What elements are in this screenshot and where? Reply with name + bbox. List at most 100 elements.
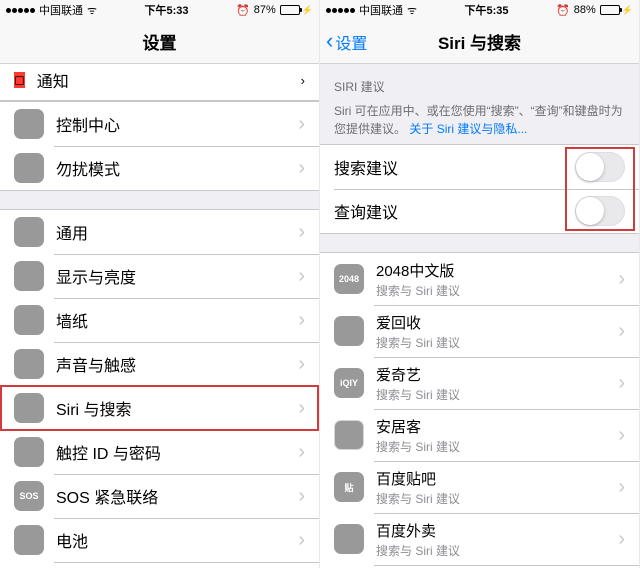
phone-right: 中国联通 ᯤ 下午5:35 ⏰ 88% ⚡ ‹ 设置 Siri 与搜索 SIRI… [320,0,640,568]
item-label: 通知 [37,68,301,92]
navbar: ‹ 设置 Siri 与搜索 [320,20,639,64]
chevron-right-icon: › [298,485,305,508]
siri-scroll[interactable]: SIRI 建议 Siri 可在应用中、或在您使用“搜索”、“查询”和键盘时为您提… [320,64,639,568]
page-title: 设置 [143,29,177,54]
touchid-icon [14,437,44,467]
list-item-2048[interactable]: 20482048中文版搜索与 Siri 建议› [320,253,639,305]
item-sub: 搜索与 Siri 建议 [376,438,612,455]
status-bar: 中国联通 ᯤ 下午5:33 ⏰ 87% ⚡ [0,0,319,20]
chevron-right-icon: › [618,528,625,551]
privacy-link[interactable]: 关于 Siri 建议与隐私... [409,122,527,136]
anjuke-icon [334,420,364,450]
chevron-right-icon: › [298,309,305,332]
list-item-lookup-suggestions[interactable]: 查询建议 [320,189,639,233]
wallpaper-icon [14,305,44,335]
section-title: SIRI 建议 [334,78,625,96]
section-header: SIRI 建议 Siri 可在应用中、或在您使用“搜索”、“查询”和键盘时为您提… [320,64,639,144]
wifi-icon: ᯤ [87,3,97,18]
item-label: 通用 [56,220,292,244]
chevron-left-icon: ‹ [326,30,333,52]
chevron-right-icon: › [298,441,305,464]
list-item-display[interactable]: 显示与亮度 › [0,254,319,298]
list-item-tieba[interactable]: 贴百度贴吧搜索与 Siri 建议› [320,461,639,513]
chevron-right-icon: › [298,265,305,288]
clock: 下午5:33 [145,2,189,18]
list-item-sos[interactable]: SOS SOS 紧急联络 › [0,474,319,518]
battery-icon: ⚡ [280,5,313,16]
wifi-icon: ᯤ [407,3,417,18]
sos-icon: SOS [14,481,44,511]
list-item-iqiyi[interactable]: iQIY 爱奇艺搜索与 Siri 建议 › [320,357,639,409]
item-label: SOS 紧急联络 [56,484,292,508]
battery-icon: ⚡ [600,5,633,16]
phone-left: 中国联通 ᯤ 下午5:33 ⏰ 87% ⚡ 设置 ◻ 通知 › 控制中心›勿扰模… [0,0,320,568]
item-label: Siri 与搜索 [56,396,292,420]
item-label: 百度贴吧 [376,468,612,489]
list-item-anjuke[interactable]: 安居客搜索与 Siri 建议› [320,409,639,461]
toggle-lookup-suggestions[interactable] [575,196,625,226]
general-icon [14,217,44,247]
sound-icon [14,349,44,379]
list-item-touchid[interactable]: 触控 ID 与密码 › [0,430,319,474]
chevron-right-icon: › [618,424,625,447]
battery-icon [14,525,44,555]
list-item-search-suggestions[interactable]: 搜索建议 [320,145,639,189]
item-sub: 搜索与 Siri 建议 [376,386,612,403]
item-label: 搜索建议 [334,155,575,179]
list-item[interactable]: ◻ 通知 › [0,64,319,101]
list-item-wallpaper[interactable]: 墙纸 › [0,298,319,342]
chevron-right-icon: › [298,157,305,180]
item-label: 勿扰模式 [56,156,292,180]
page-title: Siri 与搜索 [438,29,521,54]
alarm-icon: ⏰ [556,4,570,17]
list-item-privacy[interactable]: 隐私› [0,562,319,568]
item-sub: 搜索与 Siri 建议 [376,542,612,559]
waimai-icon [334,524,364,554]
battery-pct: 88% [574,4,596,16]
item-sub: 搜索与 Siri 建议 [376,334,612,351]
alarm-icon: ⏰ [236,4,250,17]
settings-scroll[interactable]: ◻ 通知 › 控制中心›勿扰模式› 通用›显示与亮度›墙纸›声音与触感›Siri… [0,64,319,568]
list-item-sound[interactable]: 声音与触感› [0,342,319,386]
toggle-search-suggestions[interactable] [575,152,625,182]
battery-pct: 87% [254,4,276,16]
chevron-right-icon: › [298,221,305,244]
navbar: 设置 [0,20,319,64]
item-label: 墙纸 [56,308,292,332]
control-center-icon [14,109,44,139]
list-item-aihuishou[interactable]: 爱回收搜索与 Siri 建议› [320,305,639,357]
settings-group: 通用›显示与亮度›墙纸›声音与触感›Siri 与搜索›触控 ID 与密码›SOS… [0,209,319,568]
list-item-battery[interactable]: 电池› [0,518,319,562]
app-group: 20482048中文版搜索与 Siri 建议›爱回收搜索与 Siri 建议›iQ… [320,252,639,568]
item-label: 控制中心 [56,112,292,136]
toggle-group: 搜索建议查询建议 [320,144,639,234]
dnd-icon [14,153,44,183]
iqiyi-icon: iQIY [334,368,364,398]
list-item-general[interactable]: 通用 › [0,210,319,254]
item-label: 查询建议 [334,199,575,223]
chevron-right-icon: › [298,113,305,136]
back-button[interactable]: ‹ 设置 [326,30,367,54]
tieba-icon: 贴 [334,472,364,502]
carrier-label: 中国联通 [39,2,83,18]
2048-icon: 2048 [334,264,364,294]
chevron-right-icon: › [618,372,625,395]
chevron-right-icon: › [301,73,305,88]
aihuishou-icon [334,316,364,346]
item-label: 触控 ID 与密码 [56,440,292,464]
chevron-right-icon: › [298,397,305,420]
item-label: 爱回收 [376,312,612,333]
item-label: 电池 [56,528,292,552]
list-item-dnd[interactable]: 勿扰模式 › [0,146,319,190]
item-label: 显示与亮度 [56,264,292,288]
list-item-control-center[interactable]: 控制中心 › [0,102,319,146]
display-icon [14,261,44,291]
list-item-waimai[interactable]: 百度外卖搜索与 Siri 建议 › [320,513,639,565]
settings-group: 控制中心 › 勿扰模式 › [0,101,319,191]
list-item-siri[interactable]: Siri 与搜索 › [0,386,319,430]
item-sub: 搜索与 Siri 建议 [376,282,612,299]
item-label: 百度外卖 [376,520,612,541]
chevron-right-icon: › [298,353,305,376]
item-label: 爱奇艺 [376,364,612,385]
siri-icon [14,393,44,423]
